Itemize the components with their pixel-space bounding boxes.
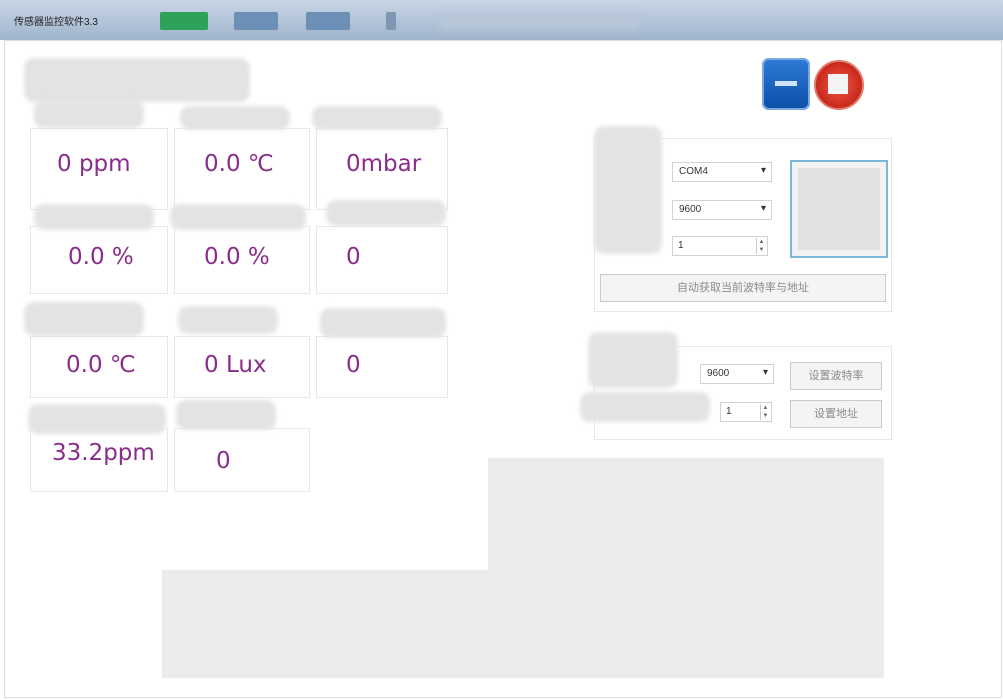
window-title: 传感器监控软件3.3 (14, 17, 98, 28)
set-address-value: 1 (726, 406, 732, 417)
label-blur (320, 308, 446, 338)
reading-value: 0mbar (346, 151, 422, 177)
stepper-arrows-icon[interactable]: ▲ ▼ (760, 404, 770, 420)
reading-value: 0 Lux (204, 352, 267, 378)
reading-value: 33.2ppm (52, 440, 155, 466)
stepper-arrows-icon[interactable]: ▲ ▼ (756, 238, 766, 254)
set-address-label: 设置地址 (814, 408, 858, 420)
reading-value: 0.0 % (204, 244, 270, 270)
log-area (162, 570, 494, 678)
label-blur (34, 100, 144, 128)
log-area (488, 458, 884, 678)
taskbar-icon[interactable] (234, 12, 278, 30)
chevron-down-icon: ▾ (760, 165, 766, 176)
set-address-button[interactable]: 设置地址 (790, 400, 882, 428)
stop-icon[interactable] (814, 60, 864, 110)
baud-select[interactable]: 9600 ▾ (672, 200, 772, 220)
reading-value: 0.0 ℃ (66, 352, 136, 378)
connect-button[interactable] (790, 160, 888, 258)
address-value: 1 (678, 240, 684, 251)
settings-labels-blur (588, 332, 678, 388)
title-bar: 传感器监控软件3.3 (0, 0, 1003, 40)
window-icon[interactable] (762, 58, 810, 110)
label-blur (312, 106, 442, 130)
chevron-down-icon: ▾ (760, 203, 766, 214)
label-blur (176, 400, 276, 430)
port-value: COM4 (679, 166, 708, 177)
settings-labels-blur (580, 392, 710, 422)
set-baud-button[interactable]: 设置波特率 (790, 362, 882, 390)
set-baud-select[interactable]: 9600 ▾ (700, 364, 774, 384)
set-address-stepper[interactable]: 1 ▲ ▼ (720, 402, 772, 422)
set-baud-label: 设置波特率 (808, 370, 864, 382)
baud-value: 9600 (679, 204, 702, 215)
header-blur (24, 58, 250, 102)
taskbar-icon[interactable] (160, 12, 208, 30)
label-blur (178, 306, 278, 334)
taskbar-icon[interactable] (306, 12, 350, 30)
address-stepper[interactable]: 1 ▲ ▼ (672, 236, 768, 256)
label-blur (24, 302, 144, 336)
set-baud-value: 9600 (707, 368, 730, 379)
reading-cell (316, 226, 448, 294)
chevron-down-icon: ▾ (762, 367, 768, 378)
reading-value: 0 (346, 244, 361, 270)
auto-detect-label: 自动获取当前波特率与地址 (677, 282, 809, 294)
serial-labels-blur (594, 126, 662, 254)
connect-button-face (798, 168, 880, 250)
port-select[interactable]: COM4 ▾ (672, 162, 772, 182)
reading-cell (174, 428, 310, 492)
auto-detect-button[interactable]: 自动获取当前波特率与地址 (600, 274, 886, 302)
taskbar-icon[interactable] (386, 12, 396, 30)
reading-value: 0 (346, 352, 361, 378)
reading-value: 0.0 ℃ (204, 151, 274, 177)
reading-value: 0.0 % (68, 244, 134, 270)
reading-cell (316, 336, 448, 398)
reading-value: 0 (216, 448, 231, 474)
taskbar-blur (440, 12, 640, 30)
label-blur (180, 106, 290, 130)
reading-value: 0 ppm (57, 151, 131, 177)
